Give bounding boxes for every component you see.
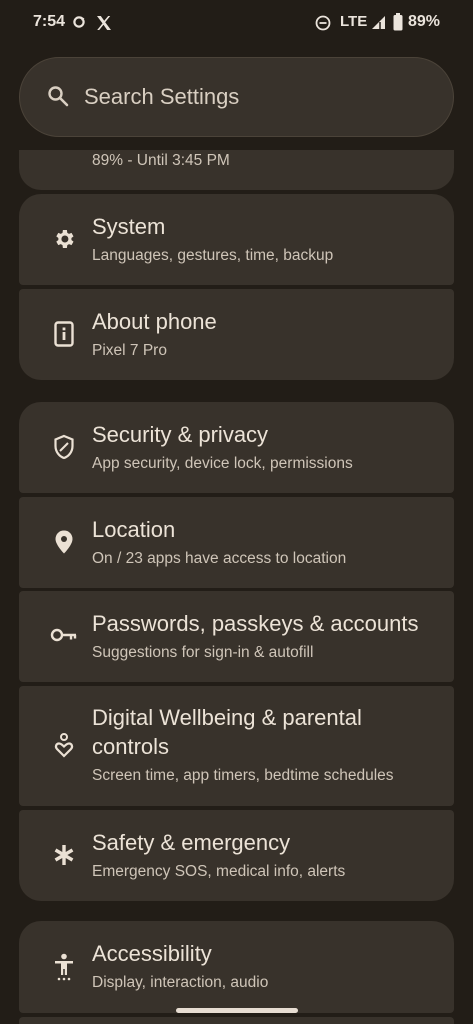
settings-item-passwords-accounts[interactable]: Passwords, passkeys & accounts Suggestio… — [19, 591, 454, 682]
status-bar: 7:54 LTE 89% — [0, 0, 473, 48]
item-title: Location — [92, 517, 176, 542]
gear-icon — [52, 227, 76, 256]
item-subtitle: App security, device lock, permissions — [92, 455, 353, 472]
settings-item-battery[interactable]: 89% - Until 3:45 PM — [19, 150, 454, 190]
settings-item-next[interactable] — [19, 1017, 454, 1024]
key-icon — [50, 627, 78, 648]
item-subtitle: Suggestions for sign-in & autofill — [92, 644, 314, 661]
status-time: 7:54 — [33, 13, 66, 30]
battery-icon — [393, 13, 403, 36]
settings-item-digital-wellbeing[interactable]: Digital Wellbeing & parental controls Sc… — [19, 686, 454, 806]
shield-icon — [53, 434, 75, 465]
settings-item-accessibility[interactable]: Accessibility Display, interaction, audi… — [19, 921, 454, 1013]
home-gesture-bar[interactable] — [176, 1008, 298, 1013]
item-title: System — [92, 214, 166, 239]
sync-icon — [72, 15, 86, 34]
search-placeholder: Search Settings — [84, 84, 240, 109]
x-app-icon — [96, 15, 112, 36]
do-not-disturb-icon — [315, 15, 331, 36]
wellbeing-heart-icon — [54, 733, 74, 764]
item-title: Passwords, passkeys & accounts — [92, 611, 419, 636]
settings-screen: 7:54 LTE 89% Search Settings 89% - Until… — [0, 0, 473, 1024]
item-subtitle: Emergency SOS, medical info, alerts — [92, 863, 346, 880]
settings-item-location[interactable]: Location On / 23 apps have access to loc… — [19, 497, 454, 588]
network-type: LTE — [340, 13, 368, 30]
settings-item-security-privacy[interactable]: Security & privacy App security, device … — [19, 402, 454, 493]
location-pin-icon — [54, 529, 74, 560]
asterisk-icon — [53, 843, 75, 872]
item-subtitle: Pixel 7 Pro — [92, 342, 167, 359]
item-title: About phone — [92, 309, 217, 334]
item-subtitle: Screen time, app timers, bedtime schedul… — [92, 767, 394, 784]
signal-icon — [371, 15, 386, 35]
search-icon — [47, 85, 69, 112]
search-settings-bar[interactable]: Search Settings — [19, 57, 454, 137]
settings-item-about-phone[interactable]: About phone Pixel 7 Pro — [19, 289, 454, 380]
item-title: Accessibility — [92, 941, 212, 966]
phone-info-icon — [54, 321, 74, 352]
battery-percentage: 89% — [408, 13, 441, 30]
item-title: Safety & emergency — [92, 830, 291, 855]
item-subtitle: Languages, gestures, time, backup — [92, 247, 334, 264]
item-subtitle: 89% - Until 3:45 PM — [92, 152, 230, 169]
settings-list[interactable]: 89% - Until 3:45 PM System Languages, ge… — [0, 150, 473, 1024]
item-title: Digital Wellbeing & parental controls — [92, 705, 362, 759]
settings-item-system[interactable]: System Languages, gestures, time, backup — [19, 194, 454, 285]
item-subtitle: Display, interaction, audio — [92, 974, 269, 991]
settings-item-safety-emergency[interactable]: Safety & emergency Emergency SOS, medica… — [19, 810, 454, 901]
accessibility-icon — [53, 953, 75, 986]
item-subtitle: On / 23 apps have access to location — [92, 550, 347, 567]
item-title: Security & privacy — [92, 422, 269, 447]
